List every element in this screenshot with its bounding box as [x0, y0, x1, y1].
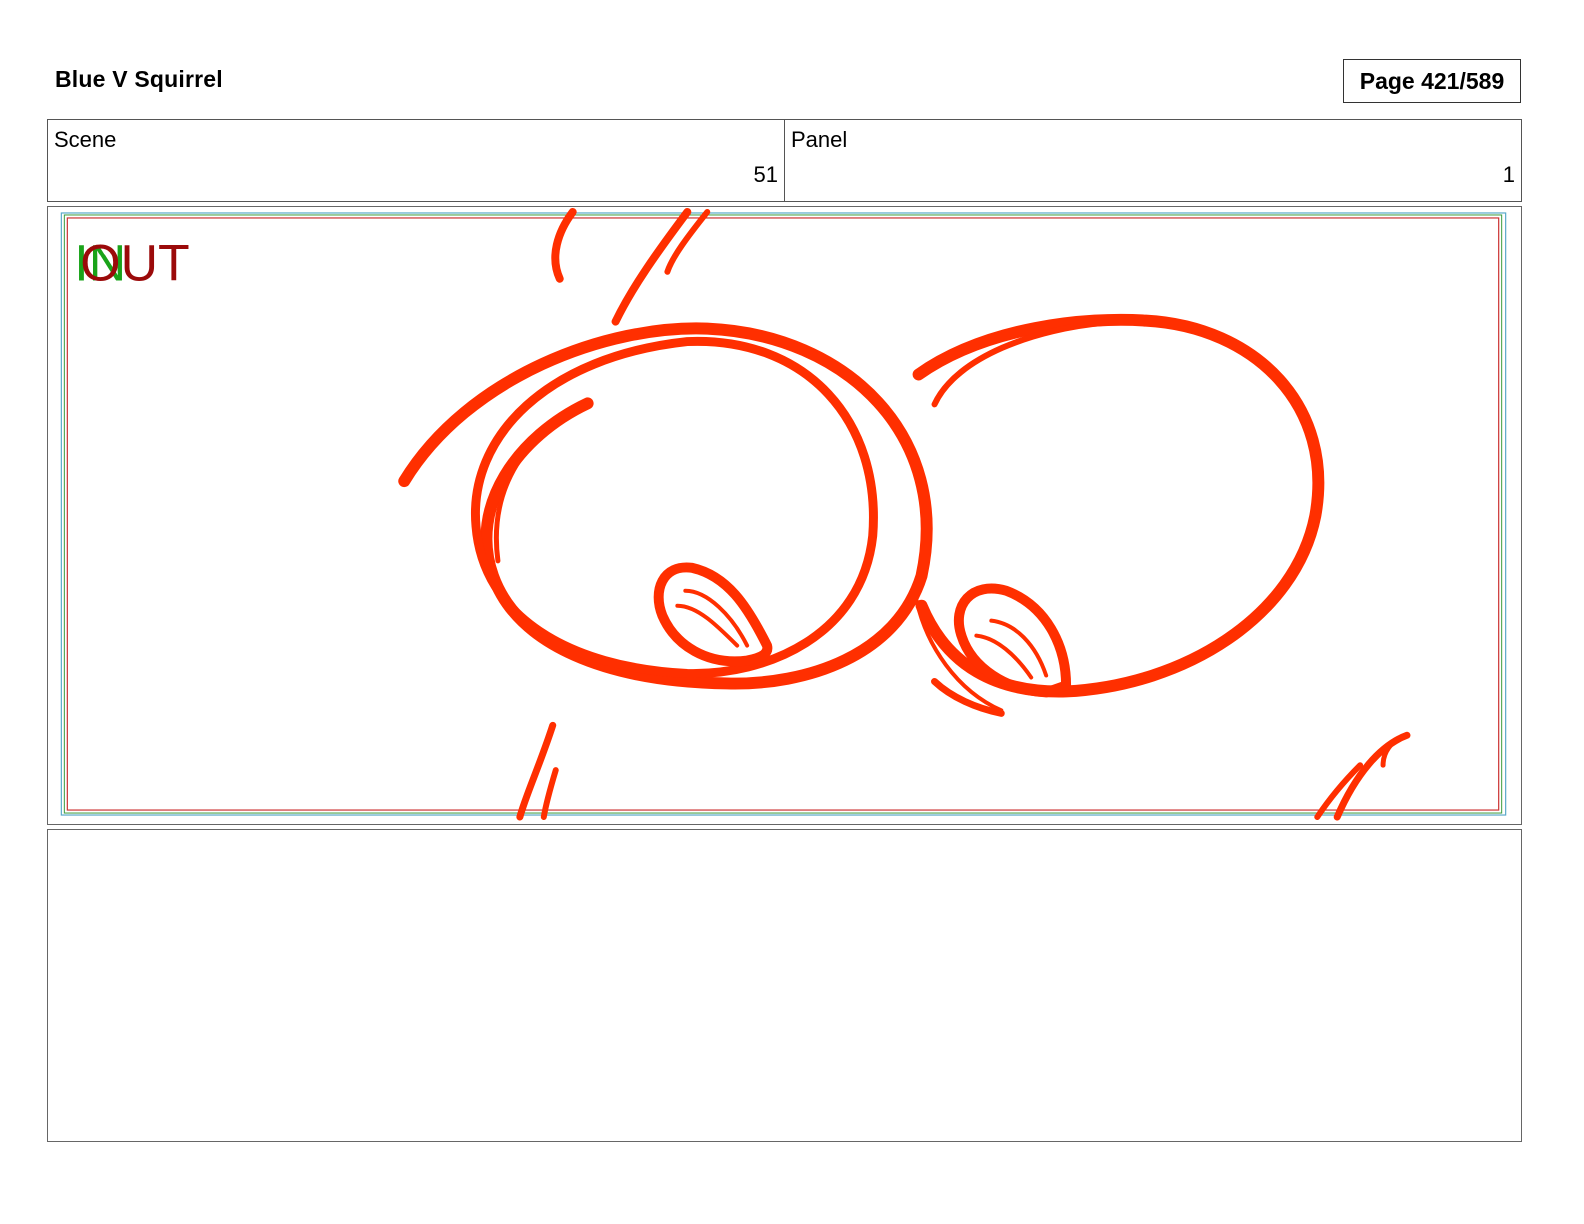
scene-label: Scene: [54, 127, 117, 152]
out-marker: OUT: [80, 234, 189, 292]
left-pupil: [653, 562, 773, 667]
panel-label: Panel: [791, 127, 848, 152]
scene-value: 51: [753, 162, 778, 187]
panel-info-row: Scene 51 Panel 1: [47, 119, 1522, 202]
notes-area[interactable]: [47, 829, 1522, 1142]
safe-frame-green: [63, 214, 1503, 814]
top-stroke-3: [664, 208, 711, 275]
storyboard-panel[interactable]: IN OUT: [47, 206, 1522, 825]
top-stroke-2: [611, 207, 692, 326]
panel-drawing: IN OUT: [60, 207, 1507, 821]
scene-cell: Scene 51: [48, 120, 784, 201]
right-eye-bottom-dash: [931, 677, 1005, 717]
eyes-sketch: [398, 207, 1411, 821]
panel-value: 1: [1502, 162, 1515, 187]
panel-cell: Panel 1: [784, 120, 1521, 201]
page-number-box: Page 421/589: [1343, 59, 1521, 103]
left-eye-inner-stroke: [470, 337, 878, 678]
document-title: Blue V Squirrel: [55, 66, 223, 92]
safe-frame-blue: [60, 212, 1507, 816]
safe-frame-red: [66, 217, 1500, 811]
top-stroke-1: [551, 207, 577, 283]
